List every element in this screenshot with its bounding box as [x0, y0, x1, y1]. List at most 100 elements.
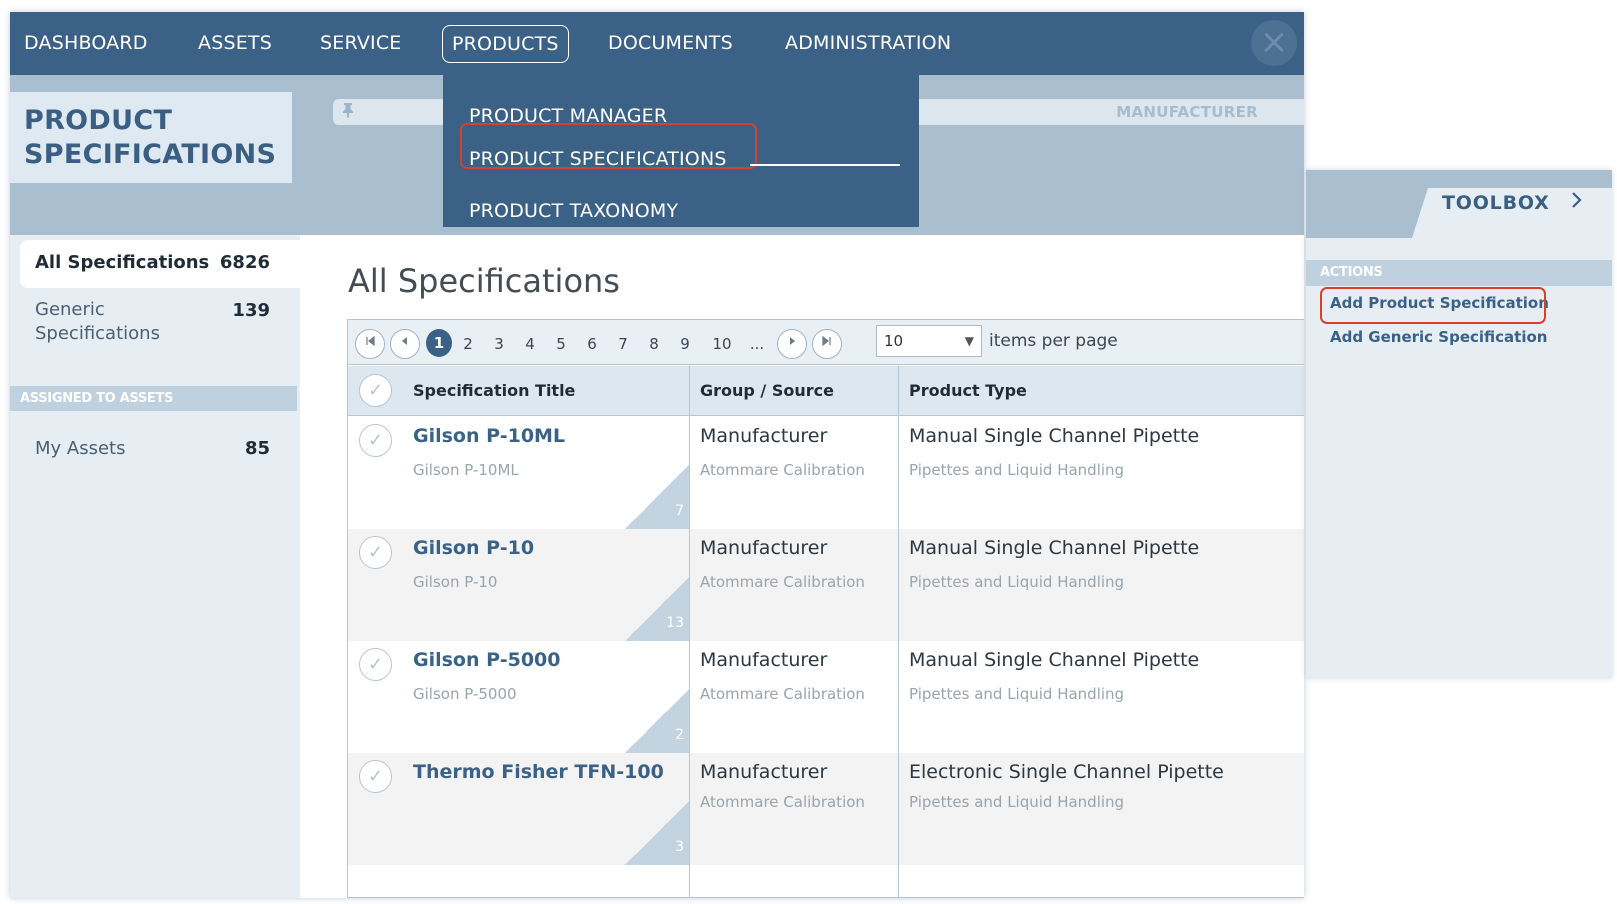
application-window: DASHBOARD ASSETS SERVICE PRODUCTS DOCUME… — [10, 12, 1304, 898]
page-ellipsis[interactable]: ... — [744, 329, 770, 359]
nav-assets[interactable]: ASSETS — [198, 12, 272, 75]
page-title-line1: PRODUCT — [24, 105, 173, 136]
items-per-page-label: items per page — [989, 331, 1118, 351]
page-title-line2: SPECIFICATIONS — [24, 139, 277, 170]
page-8[interactable]: 8 — [641, 329, 667, 359]
nav-dashboard[interactable]: DASHBOARD — [24, 12, 148, 75]
row-checkbox[interactable]: ✓ — [359, 536, 392, 569]
sidebar-item-my-assets[interactable]: My Assets 85 — [20, 431, 300, 467]
select-all-checkbox[interactable]: ✓ — [359, 374, 392, 407]
menu-highlight-annotation — [460, 123, 757, 169]
row-source: Manufacturer — [700, 537, 828, 559]
row-product-type: Manual Single Channel Pipette — [909, 649, 1200, 671]
table-row[interactable]: ✓ Gilson P-10 Gilson P-10 13 Manufacture… — [348, 529, 1304, 641]
page-1[interactable]: 1 — [426, 329, 452, 357]
specifications-grid: 1 2 3 4 5 6 7 8 9 10 ... 10 ▼ items per … — [347, 319, 1304, 898]
menu-item-product-taxonomy[interactable]: PRODUCT TAXONOMY — [469, 200, 678, 222]
main-heading: All Specifications — [348, 262, 620, 300]
page-5[interactable]: 5 — [548, 329, 574, 359]
row-product-type: Manual Single Channel Pipette — [909, 425, 1200, 447]
first-page-icon[interactable] — [355, 329, 385, 359]
page-title: PRODUCT SPECIFICATIONS — [10, 92, 292, 183]
page-4[interactable]: 4 — [517, 329, 543, 359]
row-checkbox[interactable]: ✓ — [359, 760, 392, 793]
chevron-right-icon[interactable] — [1570, 188, 1584, 216]
items-per-page-select[interactable]: 10 ▼ — [876, 325, 982, 357]
caret-down-icon: ▼ — [964, 334, 974, 348]
page-6[interactable]: 6 — [579, 329, 605, 359]
products-dropdown-menu: PRODUCT MANAGER PRODUCT SPECIFICATIONS P… — [443, 75, 919, 227]
row-title-link[interactable]: Gilson P-5000 — [413, 649, 560, 671]
page-7[interactable]: 7 — [610, 329, 636, 359]
column-divider — [898, 366, 899, 897]
row-count-corner — [625, 801, 689, 865]
page-9[interactable]: 9 — [672, 329, 698, 359]
row-source-sub: Atommare Calibration — [700, 685, 865, 703]
column-header-product-type[interactable]: Product Type — [909, 381, 1027, 400]
row-count: 3 — [675, 839, 684, 855]
nav-products[interactable]: PRODUCTS — [442, 25, 569, 63]
row-title-link[interactable]: Gilson P-10 — [413, 537, 534, 559]
row-product-type-sub: Pipettes and Liquid Handling — [909, 573, 1125, 591]
row-count-corner — [625, 465, 689, 529]
last-page-icon[interactable] — [812, 329, 842, 359]
row-checkbox[interactable]: ✓ — [359, 648, 392, 681]
row-count-corner — [625, 577, 689, 641]
sidebar-item-label: All Specifications — [35, 252, 210, 273]
menu-divider — [750, 164, 900, 166]
table-row[interactable]: ✓ Gilson P-5000 Gilson P-5000 2 Manufact… — [348, 641, 1304, 753]
nav-administration[interactable]: ADMINISTRATION — [785, 12, 951, 75]
row-product-type-sub: Pipettes and Liquid Handling — [909, 461, 1125, 479]
page-2[interactable]: 2 — [455, 329, 481, 359]
row-checkbox[interactable]: ✓ — [359, 424, 392, 457]
sidebar-item-count: 6826 — [219, 252, 270, 273]
page-10[interactable]: 10 — [707, 329, 737, 359]
add-generic-specification-link[interactable]: Add Generic Specification — [1330, 328, 1547, 346]
row-count: 13 — [666, 615, 684, 631]
row-source: Manufacturer — [700, 761, 828, 783]
close-icon[interactable]: × — [1251, 20, 1297, 66]
column-header-source[interactable]: Group / Source — [700, 381, 834, 400]
toolbox-panel: TOOLBOX ACTIONS Add Product Specificatio… — [1306, 170, 1612, 678]
row-subtitle: Gilson P-10ML — [413, 461, 519, 479]
toolbox-label[interactable]: TOOLBOX — [1442, 192, 1550, 214]
row-subtitle: Gilson P-5000 — [413, 685, 517, 703]
row-product-type-sub: Pipettes and Liquid Handling — [909, 685, 1125, 703]
sidebar: All Specifications 6826 Generic Specific… — [10, 235, 300, 898]
sidebar-section-assigned-to-assets: ASSIGNED TO ASSETS — [10, 386, 297, 411]
toolbox-section-actions: ACTIONS — [1306, 260, 1612, 286]
row-subtitle: Gilson P-10 — [413, 573, 498, 591]
items-per-page-value: 10 — [884, 332, 904, 350]
row-title-link[interactable]: Gilson P-10ML — [413, 425, 565, 447]
row-product-type-sub: Pipettes and Liquid Handling — [909, 793, 1125, 811]
sidebar-item-count: 85 — [244, 438, 270, 459]
sidebar-item-count: 139 — [232, 300, 270, 321]
table-row[interactable]: ✓ Gilson P-10ML Gilson P-10ML 7 Manufact… — [348, 417, 1304, 529]
row-count-corner — [625, 689, 689, 753]
manufacturer-filter-label[interactable]: MANUFACTURER — [1116, 103, 1258, 121]
row-product-type: Manual Single Channel Pipette — [909, 537, 1200, 559]
previous-page-icon[interactable] — [390, 329, 420, 359]
row-source-sub: Atommare Calibration — [700, 793, 865, 811]
row-source-sub: Atommare Calibration — [700, 573, 865, 591]
next-page-icon[interactable] — [777, 329, 807, 359]
sidebar-item-all-specifications[interactable]: All Specifications 6826 — [20, 240, 300, 288]
row-source-sub: Atommare Calibration — [700, 461, 865, 479]
nav-documents[interactable]: DOCUMENTS — [608, 12, 733, 75]
row-count: 2 — [675, 727, 684, 743]
column-header-title[interactable]: Specification Title — [413, 381, 575, 400]
sidebar-item-label: Generic Specifications — [35, 299, 160, 344]
pin-icon[interactable] — [341, 102, 355, 122]
pager: 1 2 3 4 5 6 7 8 9 10 ... 10 ▼ items per … — [348, 320, 1304, 365]
column-divider — [689, 366, 690, 897]
top-navigation: DASHBOARD ASSETS SERVICE PRODUCTS DOCUME… — [10, 12, 1304, 75]
page-3[interactable]: 3 — [486, 329, 512, 359]
row-title-link[interactable]: Thermo Fisher TFN-100 — [413, 761, 664, 783]
row-source: Manufacturer — [700, 425, 828, 447]
nav-service[interactable]: SERVICE — [320, 12, 402, 75]
sidebar-item-generic-specifications[interactable]: Generic Specifications 139 — [20, 297, 300, 357]
table-row[interactable]: ✓ Thermo Fisher TFN-100 3 Manufacturer A… — [348, 753, 1304, 865]
row-count: 7 — [675, 503, 684, 519]
action-highlight-annotation — [1320, 287, 1546, 324]
grid-header: ✓ Specification Title Group / Source Pro… — [348, 366, 1304, 416]
